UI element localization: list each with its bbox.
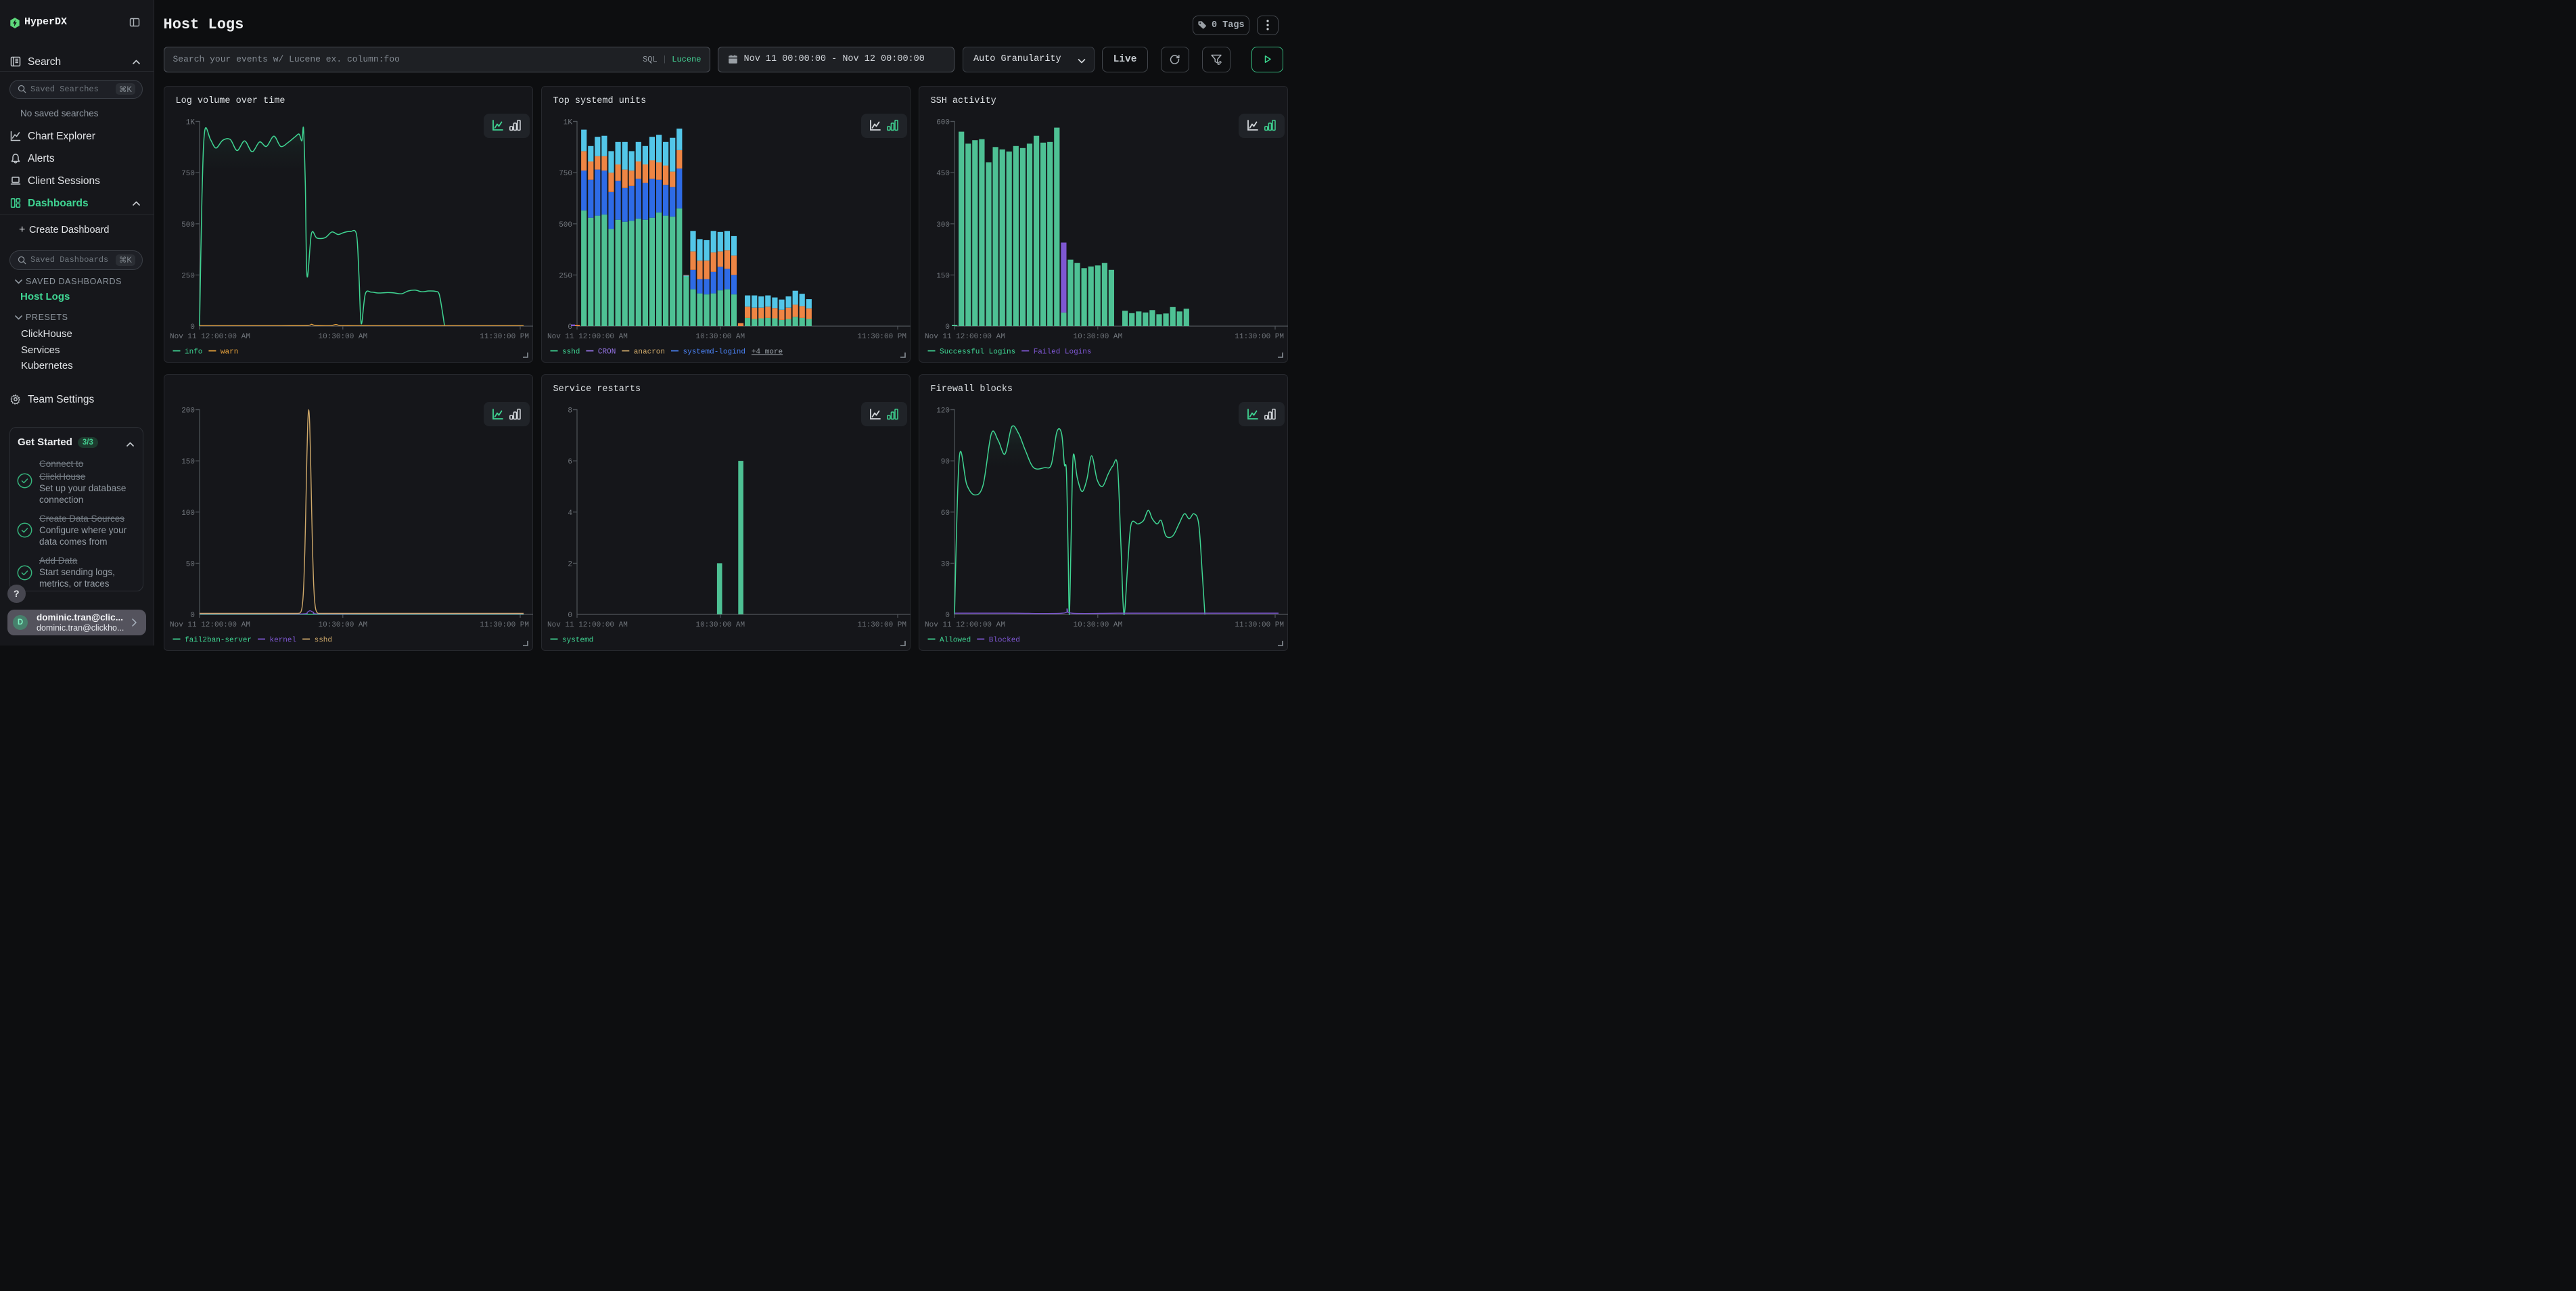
svg-text:500: 500: [559, 221, 572, 229]
svg-text:250: 250: [181, 272, 195, 280]
svg-text:11:30:00 PM: 11:30:00 PM: [1235, 333, 1284, 341]
svg-text:Allowed: Allowed: [940, 637, 971, 645]
svg-text:10:30:00 AM: 10:30:00 AM: [318, 333, 367, 341]
svg-text:60: 60: [940, 509, 949, 518]
svg-text:Nov 11 12:00:00 AM: Nov 11 12:00:00 AM: [547, 333, 628, 341]
svg-text:500: 500: [181, 221, 195, 229]
svg-text:Nov 11 12:00:00 AM: Nov 11 12:00:00 AM: [170, 333, 250, 341]
svg-text:750: 750: [181, 170, 195, 178]
svg-text:warn: warn: [220, 348, 237, 356]
svg-text:50: 50: [185, 560, 194, 568]
svg-text:2: 2: [568, 560, 572, 568]
svg-text:+4 more: +4 more: [751, 348, 782, 356]
svg-text:6: 6: [568, 458, 572, 466]
svg-text:300: 300: [936, 221, 950, 229]
svg-text:CRON: CRON: [597, 348, 615, 356]
svg-text:11:30:00 PM: 11:30:00 PM: [1235, 621, 1284, 629]
svg-text:0: 0: [190, 612, 195, 620]
svg-text:systemd-logind: systemd-logind: [683, 348, 745, 356]
svg-text:600: 600: [936, 118, 950, 127]
svg-text:120: 120: [936, 407, 950, 415]
svg-text:Nov 11 12:00:00 AM: Nov 11 12:00:00 AM: [925, 621, 1005, 629]
svg-text:30: 30: [940, 560, 949, 568]
svg-text:150: 150: [936, 272, 950, 280]
svg-text:11:30:00 PM: 11:30:00 PM: [857, 333, 906, 341]
svg-text:11:30:00 PM: 11:30:00 PM: [857, 621, 906, 629]
svg-text:anacron: anacron: [633, 348, 664, 356]
svg-text:1K: 1K: [185, 118, 195, 127]
svg-text:90: 90: [940, 458, 949, 466]
svg-text:Nov 11 12:00:00 AM: Nov 11 12:00:00 AM: [170, 621, 250, 629]
svg-text:150: 150: [181, 458, 195, 466]
svg-text:info: info: [185, 348, 202, 356]
svg-text:200: 200: [181, 407, 195, 415]
svg-text:750: 750: [559, 170, 572, 178]
svg-text:fail2ban-server: fail2ban-server: [185, 637, 252, 645]
svg-text:1K: 1K: [563, 118, 572, 127]
svg-text:systemd: systemd: [562, 637, 593, 645]
svg-text:Successful Logins: Successful Logins: [940, 348, 1015, 356]
svg-text:Nov 11 12:00:00 AM: Nov 11 12:00:00 AM: [925, 333, 1005, 341]
svg-text:11:30:00 PM: 11:30:00 PM: [480, 621, 529, 629]
svg-text:0: 0: [945, 612, 950, 620]
svg-text:100: 100: [181, 509, 195, 518]
svg-text:0: 0: [190, 323, 195, 332]
svg-text:4: 4: [568, 509, 572, 518]
svg-text:10:30:00 AM: 10:30:00 AM: [695, 333, 745, 341]
svg-text:Blocked: Blocked: [988, 637, 1019, 645]
svg-text:sshd: sshd: [314, 637, 331, 645]
svg-text:sshd: sshd: [562, 348, 580, 356]
svg-text:Nov 11 12:00:00 AM: Nov 11 12:00:00 AM: [547, 621, 628, 629]
svg-text:10:30:00 AM: 10:30:00 AM: [1073, 621, 1122, 629]
svg-text:11:30:00 PM: 11:30:00 PM: [480, 333, 529, 341]
svg-text:10:30:00 AM: 10:30:00 AM: [318, 621, 367, 629]
svg-text:10:30:00 AM: 10:30:00 AM: [695, 621, 745, 629]
svg-text:kernel: kernel: [269, 637, 296, 645]
svg-text:Failed Logins: Failed Logins: [1033, 348, 1091, 356]
svg-text:450: 450: [936, 170, 950, 178]
svg-text:0: 0: [568, 612, 572, 620]
svg-text:250: 250: [559, 272, 572, 280]
svg-text:8: 8: [568, 407, 572, 415]
svg-text:10:30:00 AM: 10:30:00 AM: [1073, 333, 1122, 341]
svg-text:0: 0: [945, 323, 950, 332]
